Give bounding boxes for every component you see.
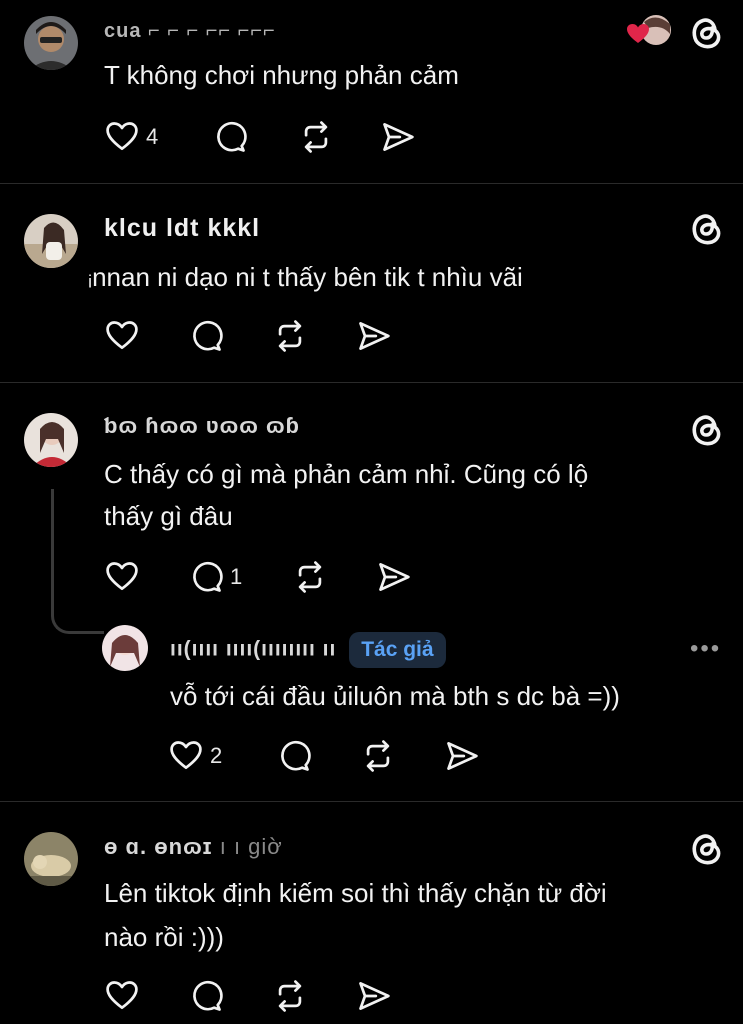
like-button[interactable]: 2 <box>168 736 222 776</box>
liked-by-author-avatar <box>626 14 674 53</box>
comment-button[interactable] <box>188 976 224 1016</box>
heart-icon <box>104 978 140 1014</box>
action-bar: 1 <box>104 557 434 597</box>
comment-button[interactable] <box>188 316 224 356</box>
like-button[interactable] <box>104 557 140 597</box>
reply-count: 1 <box>230 564 243 589</box>
post-text: ᵢnnan ni dạo ni t thấy bên tik t nhìu vã… <box>88 262 523 292</box>
action-bar <box>104 976 434 1016</box>
repost-icon <box>292 559 328 595</box>
share-icon <box>356 978 392 1014</box>
repost-button[interactable] <box>272 316 308 356</box>
avatar[interactable] <box>24 413 78 467</box>
reply-username[interactable]: ıı(ıııı ıııı(ıııııııı ıı <box>170 638 336 661</box>
username[interactable]: ƅɷ ɦɷɷ ʋɷɷ ɷɓ <box>104 413 300 439</box>
share-icon <box>444 738 480 774</box>
threads-icon[interactable] <box>686 12 726 52</box>
threads-icon[interactable] <box>686 828 726 868</box>
comment-button[interactable] <box>276 736 312 776</box>
reply-username-row: ıı(ıııı ıııı(ıııııııı ıı Tác giả <box>170 632 446 668</box>
username[interactable]: klcu ldt kkkl <box>104 214 260 243</box>
share-button[interactable] <box>356 976 392 1016</box>
heart-icon <box>104 318 140 354</box>
comment-icon <box>188 318 224 354</box>
username-row: ɵ ɑ. ɵnɷɪ ı ı giờ <box>104 834 283 860</box>
post-text-line-1: Lên tiktok định kiếm soi thì thấy chặn t… <box>104 878 607 908</box>
avatar[interactable] <box>24 214 78 268</box>
post-text: T không chơi nhưng phản cảm <box>104 60 459 90</box>
thread-connector <box>51 609 104 634</box>
repost-button[interactable] <box>272 976 308 1016</box>
reply-action-bar: 2 <box>168 736 498 776</box>
threads-icon[interactable] <box>686 409 726 449</box>
share-icon <box>376 559 412 595</box>
comment-button[interactable]: 1 <box>188 557 242 597</box>
reply-avatar[interactable] <box>102 625 148 671</box>
share-icon <box>380 119 416 155</box>
share-button[interactable] <box>444 736 480 776</box>
comment-icon <box>212 119 248 155</box>
post-1: cua ⌐ ⌐ ⌐ ⌐⌐ ⌐⌐⌐ T không chơi nhưng phản… <box>0 0 743 183</box>
post-3: ƅɷ ɦɷɷ ʋɷɷ ɷɓ C thấy có gì mà phản cảm n… <box>0 383 743 801</box>
share-button[interactable] <box>356 316 392 356</box>
repost-button[interactable] <box>360 736 396 776</box>
post-2: klcu ldt kkkl ᵢnnan ni dạo ni t thấy bên… <box>0 184 743 382</box>
share-icon <box>356 318 392 354</box>
repost-icon <box>272 318 308 354</box>
post-4: ɵ ɑ. ɵnɷɪ ı ı giờ Lên tiktok định kiếm s… <box>0 802 743 1024</box>
repost-icon <box>298 119 334 155</box>
like-button[interactable]: 4 <box>104 117 158 157</box>
more-icon[interactable]: ••• <box>690 635 721 663</box>
comment-icon <box>188 559 224 595</box>
repost-button[interactable] <box>292 557 328 597</box>
share-button[interactable] <box>380 117 416 157</box>
threads-icon[interactable] <box>686 208 726 248</box>
comment-icon <box>276 738 312 774</box>
avatar[interactable] <box>24 16 78 70</box>
avatar[interactable] <box>24 832 78 886</box>
comment-button[interactable] <box>212 117 248 157</box>
repost-icon <box>272 978 308 1014</box>
username[interactable]: cua ⌐ ⌐ ⌐ ⌐⌐ ⌐⌐⌐ <box>104 20 276 43</box>
post-text-line-2: thấy gì đâu <box>104 501 233 531</box>
username[interactable]: ɵ ɑ. ɵnɷɪ <box>104 834 213 859</box>
author-badge: Tác giả <box>349 632 446 668</box>
post-time: ı ı giờ <box>219 834 283 859</box>
heart-icon <box>104 559 140 595</box>
repost-icon <box>360 738 396 774</box>
thread-line <box>51 489 54 609</box>
share-button[interactable] <box>376 557 412 597</box>
post-text-line-2: nào rồi :))) <box>104 922 224 952</box>
heart-icon <box>168 738 204 774</box>
heart-icon <box>104 119 140 155</box>
like-count: 2 <box>210 743 223 768</box>
action-bar: 4 <box>104 117 434 157</box>
comment-icon <box>188 978 224 1014</box>
post-text-line-1: C thấy có gì mà phản cảm nhỉ. Cũng có lộ <box>104 459 589 489</box>
like-count: 4 <box>146 124 159 149</box>
reply-text: vỗ tới cái đầu ủiluôn mà bth s dc bà =)) <box>170 681 620 711</box>
action-bar <box>104 316 434 356</box>
like-button[interactable] <box>104 976 140 1016</box>
repost-button[interactable] <box>298 117 334 157</box>
like-button[interactable] <box>104 316 140 356</box>
